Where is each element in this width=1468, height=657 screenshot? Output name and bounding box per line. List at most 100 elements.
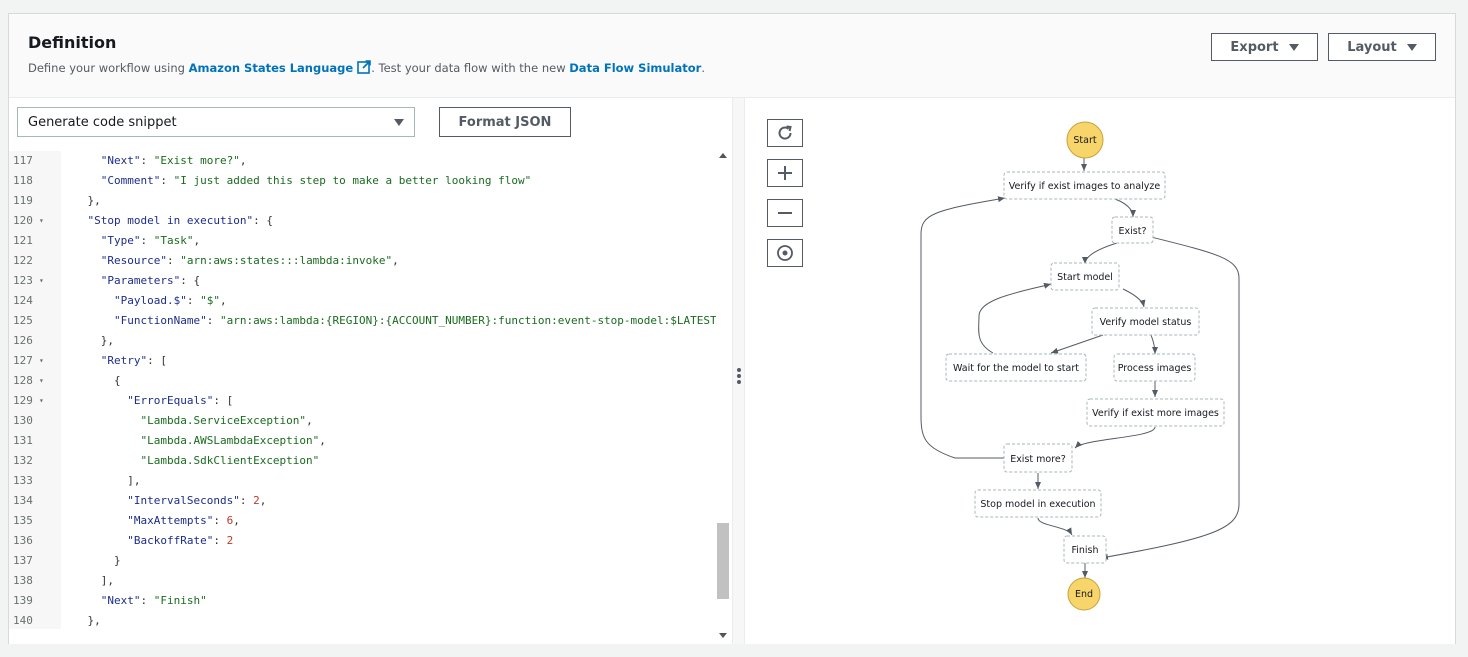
node-finish[interactable]: Finish <box>1063 535 1107 564</box>
node-process[interactable]: Process images <box>1113 353 1196 382</box>
node-wait[interactable]: Wait for the model to start <box>945 353 1087 382</box>
select-value: Generate code snippet <box>28 114 177 130</box>
code-line[interactable]: 128 ▾ { <box>9 371 717 391</box>
node-verify-images[interactable]: Verify if exist images to analyze <box>1003 171 1166 200</box>
drag-handle-icon <box>737 368 741 386</box>
editor-scrollbar[interactable] <box>716 151 730 644</box>
code-line[interactable]: 131 "Lambda.AWSLambdaException", <box>9 431 717 451</box>
code-line[interactable]: 127 ▾ "Retry": [ <box>9 351 717 371</box>
code-text: "IntervalSeconds": 2, <box>61 491 266 511</box>
node-exist[interactable]: Exist? <box>1111 216 1154 244</box>
asl-link[interactable]: Amazon States Language <box>189 61 354 75</box>
node-process-label: Process images <box>1118 363 1192 374</box>
layout-label: Layout <box>1347 39 1397 55</box>
node-start-model[interactable]: Start model <box>1050 262 1120 291</box>
code-token: "ErrorEquals" <box>127 394 214 407</box>
code-area[interactable]: 117 "Next": "Exist more?", 118 "Comment":… <box>9 151 717 629</box>
scroll-down-icon[interactable] <box>719 633 727 638</box>
code-line[interactable]: 121 "Type": "Task", <box>9 231 717 251</box>
line-number: 117 <box>13 154 33 167</box>
code-line[interactable]: 122 "Resource": "arn:aws:states:::lambda… <box>9 251 717 271</box>
code-line[interactable]: 129 ▾ "ErrorEquals": [ <box>9 391 717 411</box>
code-text: "Lambda.ServiceException", <box>61 411 312 431</box>
code-token: "Lambda.ServiceException" <box>140 414 307 427</box>
code-line[interactable]: 123 ▾ "Parameters": { <box>9 271 717 291</box>
code-line[interactable]: 132 "Lambda.SdkClientException" <box>9 451 717 471</box>
export-button[interactable]: Export <box>1211 33 1318 61</box>
code-line[interactable]: 126 }, <box>9 331 717 351</box>
code-line[interactable]: 120 ▾ "Stop model in execution": { <box>9 211 717 231</box>
code-line[interactable]: 125 "FunctionName": "arn:aws:lambda:{REG… <box>9 311 717 331</box>
code-token: : <box>160 174 174 187</box>
code-text: "Retry": [ <box>61 351 167 371</box>
code-line[interactable]: 119 }, <box>9 191 717 211</box>
external-link-icon[interactable] <box>357 60 372 74</box>
code-line[interactable]: 139 "Next": "Finish" <box>9 591 717 611</box>
scrollbar-thumb[interactable] <box>717 523 729 599</box>
pane-resize-handle[interactable] <box>732 98 745 644</box>
code-line[interactable]: 118 "Comment": "I just added this step t… <box>9 171 717 191</box>
scroll-up-icon[interactable] <box>719 153 727 158</box>
code-token: } <box>113 554 121 567</box>
line-number: 129 <box>13 394 33 407</box>
code-line[interactable]: 140 }, <box>9 611 717 629</box>
code-token: "Task" <box>153 234 194 247</box>
line-number: 139 <box>13 594 33 607</box>
code-token: "Exist more?" <box>153 154 240 167</box>
code-token: , <box>193 234 201 247</box>
code-line[interactable]: 137 } <box>9 551 717 571</box>
code-line[interactable]: 133 ], <box>9 471 717 491</box>
code-token: "Finish" <box>153 594 207 607</box>
caret-down-icon <box>1288 43 1299 51</box>
node-end[interactable]: End <box>1067 577 1101 611</box>
code-token: "arn:aws:states:::lambda:invoke" <box>180 254 393 267</box>
line-number: 121 <box>13 234 33 247</box>
code-text: "Lambda.AWSLambdaException", <box>61 431 325 451</box>
generate-code-snippet-select[interactable]: Generate code snippet <box>17 107 415 137</box>
node-verify-status[interactable]: Verify model status <box>1091 307 1200 336</box>
format-json-button[interactable]: Format JSON <box>439 107 571 137</box>
data-flow-simulator-link[interactable]: Data Flow Simulator <box>569 61 701 75</box>
code-token: : <box>166 254 181 267</box>
node-start[interactable]: Start <box>1066 121 1104 159</box>
code-text: "Resource": "arn:aws:states:::lambda:inv… <box>61 251 399 271</box>
code-token: : <box>213 514 227 527</box>
code-text: "Next": "Finish" <box>61 591 207 611</box>
node-verify-more-label: Verify if exist more images <box>1092 408 1219 419</box>
code-line[interactable]: 136 "BackoffRate": 2 <box>9 531 717 551</box>
node-start-label: Start <box>1073 135 1096 146</box>
code-token: "BackoffRate" <box>127 534 214 547</box>
node-stop-model[interactable]: Stop model in execution <box>974 489 1102 518</box>
code-token: : <box>140 594 154 607</box>
code-token: "$" <box>200 294 220 307</box>
code-text: "FunctionName": "arn:aws:lambda:{REGION}… <box>61 311 717 331</box>
node-finish-label: Finish <box>1071 545 1098 556</box>
code-token: "I just added this step to make a better… <box>173 174 532 187</box>
code-text: "MaxAttempts": 6, <box>61 511 240 531</box>
code-token: "Lambda.AWSLambdaException" <box>140 434 320 447</box>
code-text: ], <box>61 571 114 591</box>
line-number: 120 <box>13 214 33 227</box>
fold-toggle-icon[interactable]: ▾ <box>39 371 44 391</box>
code-token: "Payload.$" <box>113 294 187 307</box>
node-verify-more[interactable]: Verify if exist more images <box>1086 398 1225 427</box>
fold-toggle-icon[interactable]: ▾ <box>39 211 44 231</box>
code-line[interactable]: 124 "Payload.$": "$", <box>9 291 717 311</box>
code-text: "BackoffRate": 2 <box>61 531 233 551</box>
code-text: "Stop model in execution": { <box>61 211 273 231</box>
code-line[interactable]: 138 ], <box>9 571 717 591</box>
code-token: , <box>233 514 240 527</box>
layout-button[interactable]: Layout <box>1328 33 1436 61</box>
code-line[interactable]: 130 "Lambda.ServiceException", <box>9 411 717 431</box>
code-line[interactable]: 135 "MaxAttempts": 6, <box>9 511 717 531</box>
fold-toggle-icon[interactable]: ▾ <box>39 271 44 291</box>
code-line[interactable]: 117 "Next": "Exist more?", <box>9 151 717 171</box>
fold-toggle-icon[interactable]: ▾ <box>39 351 44 371</box>
fold-toggle-icon[interactable]: ▾ <box>39 391 44 411</box>
code-token: }, <box>87 614 101 627</box>
graph-nodes[interactable]: Start Verify if exist images to analyze … <box>945 121 1225 611</box>
node-exist-more[interactable]: Exist more? <box>1003 443 1073 473</box>
line-number: 122 <box>13 254 33 267</box>
graph-pane: Start Verify if exist images to analyze … <box>745 98 1455 644</box>
code-line[interactable]: 134 "IntervalSeconds": 2, <box>9 491 717 511</box>
